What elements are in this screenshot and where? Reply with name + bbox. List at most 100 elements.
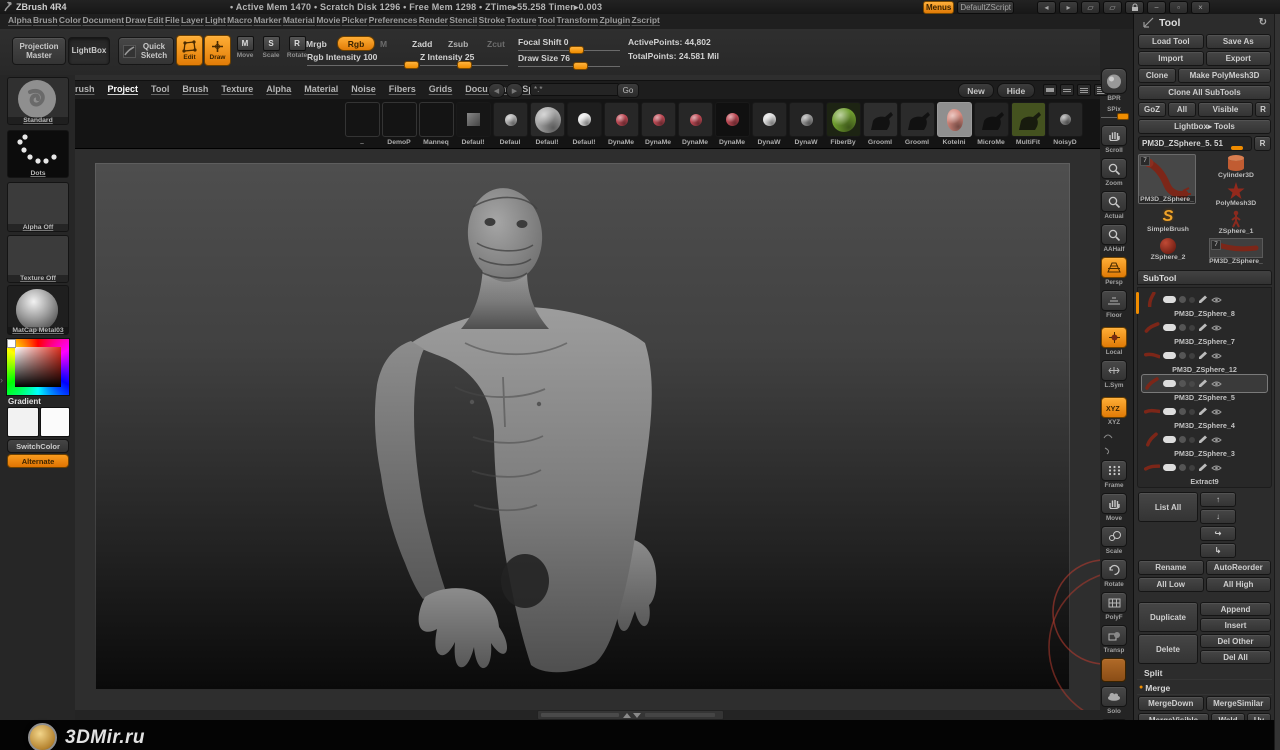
zadd-button[interactable]: Zadd — [412, 39, 432, 49]
goz-r-button[interactable]: R — [1255, 102, 1271, 117]
scroll-right-segment[interactable] — [645, 713, 715, 717]
lightbox-tab-alpha[interactable]: Alpha — [266, 84, 291, 94]
thumbnail-image[interactable] — [715, 102, 750, 137]
persp-icon[interactable] — [1101, 257, 1127, 278]
polypaint-toggle[interactable] — [1179, 324, 1186, 331]
minimize-icon[interactable]: − — [1147, 1, 1166, 14]
tool-thumb-simplebrush[interactable]: S SimpleBrush — [1138, 208, 1198, 233]
tool-thumb-polymesh3d[interactable]: PolyMesh3D — [1201, 182, 1271, 207]
polypaint-toggle[interactable] — [1179, 408, 1186, 415]
sv-square[interactable] — [15, 347, 61, 387]
current-brush-thumb[interactable]: Standard — [7, 77, 69, 125]
menu-color[interactable]: Color — [59, 15, 81, 25]
lightbox-tab-tool[interactable]: Tool — [151, 84, 169, 94]
sidebar-collapse-icon[interactable]: › — [0, 375, 3, 385]
list-all-button[interactable]: List All — [1138, 492, 1198, 522]
mag-icon[interactable] — [1101, 191, 1127, 212]
menu-material[interactable]: Material — [283, 15, 315, 25]
move-button[interactable]: M Move — [233, 36, 257, 59]
mag-icon[interactable] — [1101, 224, 1127, 245]
menu-light[interactable]: Light — [205, 15, 226, 25]
tool-thumb-selected[interactable]: 7 PM3D_ZSphere_ — [1138, 154, 1198, 204]
shelf-transp-button[interactable]: Transp — [1101, 625, 1127, 654]
lightbox-thumbnail[interactable]: DynaW — [752, 102, 787, 146]
visibility-eye-toggle[interactable] — [1163, 408, 1176, 415]
subtool-section-header[interactable]: SubTool — [1137, 270, 1272, 285]
spix-slider[interactable] — [1101, 113, 1129, 120]
scale-icon[interactable] — [1101, 526, 1127, 547]
make-polymesh3d-button[interactable]: Make PolyMesh3D — [1178, 68, 1271, 83]
zcut-button[interactable]: Zcut — [487, 39, 505, 49]
lightbox-thumbnail[interactable]: DynaMe — [678, 102, 713, 146]
shelf-l.sym-button[interactable]: L.Sym — [1101, 360, 1127, 389]
subtool-shift-down-button[interactable]: ↳ — [1200, 543, 1236, 558]
rgb-button[interactable]: Rgb — [337, 36, 375, 51]
shelf-solo-button[interactable]: Solo — [1101, 686, 1127, 715]
draw-button[interactable]: Draw — [204, 35, 231, 66]
quick-sketch-button[interactable]: Quick Sketch — [118, 37, 174, 65]
mergesimilar-button[interactable]: MergeSimilar — [1205, 696, 1271, 711]
lightbox-new-button[interactable]: New — [958, 83, 994, 98]
sculpt-pencil-icon[interactable] — [1198, 463, 1208, 472]
lightbox-thumbnail[interactable]: Defaul! — [567, 102, 602, 146]
duplicate-button[interactable]: Duplicate — [1138, 602, 1198, 632]
menu-tool[interactable]: Tool — [538, 15, 555, 25]
density-3-icon[interactable] — [1077, 84, 1091, 96]
close-icon[interactable]: × — [1191, 1, 1210, 14]
z-intensity-handle[interactable] — [456, 61, 472, 69]
gradient-label[interactable]: Gradient — [8, 397, 41, 406]
del-other-button[interactable]: Del Other — [1200, 634, 1271, 648]
scroll-left-segment[interactable] — [541, 713, 619, 717]
subtool-row[interactable] — [1141, 374, 1268, 393]
menu-stencil[interactable]: Stencil — [449, 15, 477, 25]
thumbnail-image[interactable] — [863, 102, 898, 137]
visibility-eye-toggle[interactable] — [1163, 436, 1176, 443]
lightbox-thumbnail[interactable]: Kotelni — [937, 102, 972, 146]
clone-button[interactable]: Clone — [1138, 68, 1176, 83]
shelf-frame-button[interactable]: Frame — [1101, 460, 1127, 489]
sculpt-pencil-icon[interactable] — [1198, 379, 1208, 388]
all-high-button[interactable]: All High — [1205, 577, 1271, 592]
subtool-row[interactable] — [1141, 346, 1268, 365]
polypaint-toggle[interactable] — [1179, 296, 1186, 303]
eye-icon[interactable] — [1211, 296, 1222, 304]
frame-icon[interactable] — [1101, 460, 1127, 481]
canvas-scrollbar[interactable] — [537, 710, 724, 720]
tool-thumb-zsphere_1[interactable]: ZSphere_1 — [1201, 210, 1271, 235]
shelf-mini1-button[interactable] — [1101, 430, 1127, 441]
thumbnail-image[interactable] — [937, 102, 972, 137]
load-tool-button[interactable]: Load Tool — [1138, 34, 1204, 49]
lock-icon[interactable] — [1125, 1, 1144, 14]
edit-button[interactable]: Edit — [176, 35, 203, 66]
ghost-icon[interactable] — [1101, 658, 1126, 682]
lightbox-thumbnail[interactable]: NoisyD — [1048, 102, 1083, 146]
extra-toggle[interactable] — [1189, 324, 1195, 331]
scroll-arrows[interactable] — [623, 712, 641, 718]
eye-icon[interactable] — [1211, 380, 1222, 388]
visibility-eye-toggle[interactable] — [1163, 324, 1176, 331]
lightbox-tab-brush[interactable]: Brush — [182, 84, 208, 94]
lightbox-thumbnail[interactable]: DynaMe — [641, 102, 676, 146]
lightbox-back-icon[interactable]: ◀ — [488, 83, 505, 98]
shelf-local-button[interactable]: Local — [1101, 327, 1127, 356]
lightbox-thumbnail[interactable]: GroomI — [863, 102, 898, 146]
clone-all-subtools-button[interactable]: Clone All SubTools — [1138, 85, 1271, 100]
lightbox-thumbnail[interactable]: DynaMe — [715, 102, 750, 146]
thumbnail-image[interactable] — [1048, 102, 1083, 137]
paste-doc-icon[interactable]: ▱ — [1103, 1, 1122, 14]
thumbnail-image[interactable] — [641, 102, 676, 137]
menu-preferences[interactable]: Preferences — [369, 15, 418, 25]
menu-macro[interactable]: Macro — [227, 15, 252, 25]
subtool-row[interactable] — [1141, 290, 1268, 309]
shelf-persp-button[interactable]: Persp — [1101, 257, 1127, 286]
insert-button[interactable]: Insert — [1200, 618, 1271, 632]
save-as-button[interactable]: Save As — [1205, 34, 1271, 49]
lightbox-thumbnail[interactable]: Defaul! — [456, 102, 491, 146]
sculpt-pencil-icon[interactable] — [1198, 295, 1208, 304]
subtool-row[interactable] — [1141, 458, 1268, 477]
visibility-eye-toggle[interactable] — [1163, 296, 1176, 303]
m-button[interactable]: M — [380, 39, 387, 49]
shelf-scale-button[interactable]: Scale — [1101, 526, 1127, 555]
rgb-intensity-handle[interactable] — [403, 61, 419, 69]
lightbox-forward-icon[interactable]: ▶ — [506, 83, 523, 98]
